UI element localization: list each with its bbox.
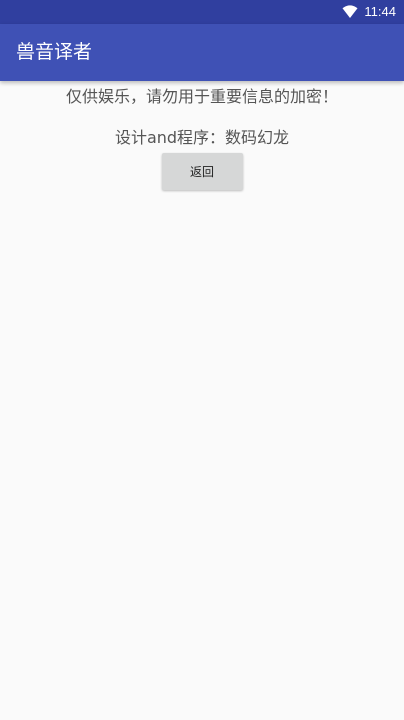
main-content: 仅供娱乐，请勿用于重要信息的加密！ 设计and程序：数码幻龙 返回 [0,81,404,190]
app-title: 兽音译者 [16,41,93,63]
status-time: 11:44 [364,4,396,19]
credits-text: 设计and程序：数码幻龙 [114,128,290,147]
status-icons: 11:44 [342,0,396,24]
back-button[interactable]: 返回 [161,153,243,190]
app-bar: 兽音译者 [0,24,404,81]
status-bar: 11:44 [0,0,404,24]
wifi-icon [342,5,358,19]
notice-text: 仅供娱乐，请勿用于重要信息的加密！ [65,87,338,106]
